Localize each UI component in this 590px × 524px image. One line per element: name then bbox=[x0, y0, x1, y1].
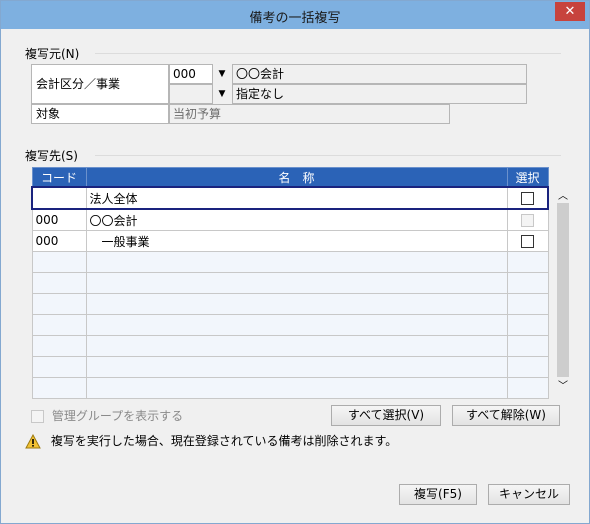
col-header-select: 選択 bbox=[506, 167, 549, 188]
empty-cell bbox=[31, 314, 87, 336]
empty-cell bbox=[31, 272, 87, 294]
empty-cell bbox=[506, 293, 549, 315]
empty-cell bbox=[31, 293, 87, 315]
dept-name-field: 〇〇会計 bbox=[232, 64, 527, 84]
close-icon: ✕ bbox=[564, 4, 576, 19]
show-groups-option: 管理グループを表示する bbox=[31, 407, 183, 424]
table-row[interactable]: 000 一般事業 bbox=[31, 230, 549, 252]
warning-icon bbox=[25, 433, 41, 449]
chevron-down-icon: ▼ bbox=[218, 89, 226, 99]
scroll-down-icon[interactable]: ﹀ bbox=[558, 377, 568, 392]
window-title: 備考の一括複写 bbox=[249, 11, 341, 26]
table-row bbox=[31, 272, 549, 294]
table-row bbox=[31, 314, 549, 336]
empty-cell bbox=[506, 251, 549, 273]
empty-cell bbox=[85, 377, 508, 399]
table-row bbox=[31, 335, 549, 357]
show-groups-checkbox bbox=[31, 410, 44, 423]
warning-message: 複写を実行した場合、現在登録されている備考は削除されます。 bbox=[25, 432, 397, 449]
empty-cell bbox=[85, 251, 508, 273]
table-row bbox=[31, 377, 549, 399]
row-select-checkbox[interactable] bbox=[520, 192, 534, 205]
row-select-cell bbox=[506, 230, 549, 252]
col-header-code: コード bbox=[31, 167, 87, 188]
target-label: 対象 bbox=[31, 104, 169, 124]
source-group-label: 複写元(N) bbox=[25, 47, 80, 61]
empty-cell bbox=[85, 356, 508, 378]
empty-cell bbox=[85, 335, 508, 357]
empty-cell bbox=[506, 356, 549, 378]
business-name-field: 指定なし bbox=[232, 84, 527, 104]
empty-cell bbox=[506, 314, 549, 336]
business-dropdown-button[interactable]: ▼ bbox=[213, 85, 231, 103]
empty-cell bbox=[506, 377, 549, 399]
dept-code-field[interactable]: 000 bbox=[169, 64, 213, 84]
source-group-divider bbox=[95, 53, 561, 54]
table-row bbox=[31, 293, 549, 315]
row-code bbox=[31, 186, 87, 210]
dest-group-divider bbox=[95, 155, 561, 156]
dept-label: 会計区分／事業 bbox=[31, 64, 169, 104]
row-name: 〇〇会計 bbox=[85, 208, 508, 231]
dept-dropdown-button[interactable]: ▼ bbox=[213, 65, 231, 83]
empty-cell bbox=[31, 251, 87, 273]
empty-cell bbox=[506, 272, 549, 294]
cancel-button[interactable]: キャンセル bbox=[488, 484, 570, 505]
scroll-thumb[interactable] bbox=[557, 203, 569, 377]
table-row[interactable]: 法人全体 bbox=[31, 186, 549, 210]
select-all-button[interactable]: すべて選択(V) bbox=[331, 405, 441, 426]
empty-cell bbox=[506, 335, 549, 357]
dialog-window: 備考の一括複写 ✕ 複写元(N) 会計区分／事業 000 ▼ 〇〇会計 ▼ 指定… bbox=[0, 0, 590, 524]
empty-cell bbox=[31, 356, 87, 378]
empty-cell bbox=[31, 335, 87, 357]
row-select-cell bbox=[506, 186, 549, 210]
table-row bbox=[31, 356, 549, 378]
row-select-cell bbox=[506, 208, 549, 231]
show-groups-label: 管理グループを表示する bbox=[51, 409, 184, 423]
row-code: 000 bbox=[31, 230, 87, 252]
table-scrollbar[interactable]: ︿ ﹀ bbox=[556, 187, 570, 393]
empty-cell bbox=[85, 272, 508, 294]
warning-text: 複写を実行した場合、現在登録されている備考は削除されます。 bbox=[50, 434, 398, 448]
close-button[interactable]: ✕ bbox=[555, 2, 585, 21]
empty-cell bbox=[85, 293, 508, 315]
chevron-down-icon: ▼ bbox=[218, 69, 226, 79]
row-select-checkbox[interactable] bbox=[521, 235, 534, 248]
table-row bbox=[31, 251, 549, 273]
row-code: 000 bbox=[31, 208, 87, 231]
empty-cell bbox=[85, 314, 508, 336]
table-row[interactable]: 000 〇〇会計 bbox=[31, 208, 549, 231]
row-name: 一般事業 bbox=[85, 230, 508, 252]
dest-group-label: 複写先(S) bbox=[25, 149, 78, 163]
empty-cell bbox=[31, 377, 87, 399]
target-field: 当初予算 bbox=[169, 104, 450, 124]
col-header-name: 名 称 bbox=[85, 167, 508, 188]
dest-table: コード 名 称 選択 法人全体 000 〇〇会計 000 一般事業 bbox=[31, 167, 549, 399]
row-select-checkbox bbox=[521, 214, 534, 227]
scroll-up-icon[interactable]: ︿ bbox=[558, 187, 568, 202]
business-code-field[interactable] bbox=[169, 84, 213, 104]
title-bar: 備考の一括複写 ✕ bbox=[1, 1, 589, 29]
table-header: コード 名 称 選択 bbox=[31, 167, 549, 188]
row-name: 法人全体 bbox=[85, 186, 508, 210]
copy-button[interactable]: 複写(F5) bbox=[399, 484, 477, 505]
deselect-all-button[interactable]: すべて解除(W) bbox=[452, 405, 560, 426]
